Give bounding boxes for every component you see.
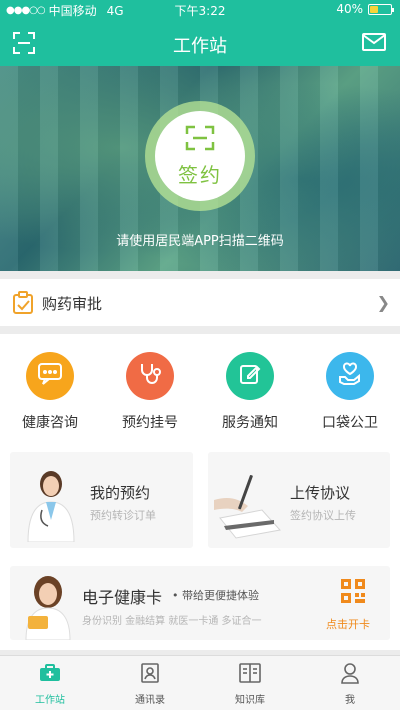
card-title: 我的预约 (90, 484, 151, 502)
chevron-right-icon: ❯ (376, 293, 390, 312)
qr-code-icon (340, 578, 366, 608)
woman-illustration (18, 572, 78, 644)
user-icon (341, 662, 359, 688)
heart-hand-icon (337, 362, 363, 390)
quick-action-label: 口袋公卫 (322, 415, 378, 431)
signing-illustration (214, 460, 284, 546)
hero-banner: 签约 请使用居民端APP扫描二维码 (0, 66, 400, 271)
battery-icon (368, 3, 394, 15)
stethoscope-icon (137, 361, 163, 391)
quick-action-consult[interactable]: 健康咨询 (0, 352, 100, 432)
medical-kit-icon (39, 664, 61, 686)
quick-action-notice[interactable]: 服务通知 (200, 352, 300, 432)
tab-label: 通讯录 (135, 695, 165, 706)
open-card-link[interactable]: 点击开卡 (326, 616, 370, 632)
tab-contacts[interactable]: 通讯录 (100, 662, 200, 706)
quick-action-public-health[interactable]: 口袋公卫 (300, 352, 400, 432)
chat-icon (37, 362, 63, 390)
health-card-title: 电子健康卡 (82, 588, 163, 607)
tab-label: 知识库 (235, 695, 265, 706)
scan-icon (185, 125, 215, 155)
tab-workstation[interactable]: 工作站 (0, 662, 100, 706)
hero-caption: 请使用居民端APP扫描二维码 (116, 234, 284, 249)
health-card-tagline: • 带给更便捷体验 (172, 589, 259, 602)
edit-icon (238, 362, 262, 390)
my-appointment-card[interactable]: 我的预约 预约转诊订单 (10, 452, 193, 548)
doctor-illustration (22, 462, 80, 546)
health-card-features: 身份识别 金融结算 就医一卡通 多证合一 (82, 616, 262, 627)
card-title: 上传协议 (290, 484, 351, 502)
e-health-card-banner[interactable]: 电子健康卡 • 带给更便捷体验 身份识别 金融结算 就医一卡通 多证合一 点击开… (10, 566, 390, 641)
sign-label: 签约 (178, 162, 222, 187)
page-title: 工作站 (173, 36, 227, 57)
sign-button[interactable]: 签约 (145, 101, 255, 211)
clipboard-check-icon (12, 291, 34, 315)
features-section: 健康咨询 预约挂号 服务通知 口袋公卫 我的预约 预约转诊订单 上传协议 签约协… (0, 334, 400, 650)
quick-action-label: 服务通知 (222, 415, 278, 431)
nav-bar: 工作站 (0, 20, 400, 66)
card-subtitle: 预约转诊订单 (90, 509, 156, 522)
battery-percent: 40% (336, 2, 363, 16)
tab-knowledge[interactable]: 知识库 (200, 662, 300, 706)
approval-label: 购药审批 (42, 295, 103, 313)
tab-me[interactable]: 我 (300, 662, 400, 706)
mail-icon[interactable] (362, 33, 386, 51)
bottom-tab-bar: 工作站 通讯录 知识库 我 (0, 655, 400, 710)
status-bar: ●●●○○ 中国移动 4G 下午3:22 40% (0, 0, 400, 20)
quick-action-label: 预约挂号 (122, 415, 178, 431)
contacts-icon (140, 663, 160, 687)
quick-action-register[interactable]: 预约挂号 (100, 352, 200, 432)
medicine-approval-row[interactable]: 购药审批 ❯ (0, 279, 400, 326)
card-subtitle: 签约协议上传 (290, 509, 356, 522)
quick-action-label: 健康咨询 (22, 415, 78, 431)
tab-label: 我 (345, 695, 355, 706)
tab-label: 工作站 (35, 695, 65, 706)
book-icon (239, 663, 261, 687)
upload-agreement-card[interactable]: 上传协议 签约协议上传 (208, 452, 390, 548)
